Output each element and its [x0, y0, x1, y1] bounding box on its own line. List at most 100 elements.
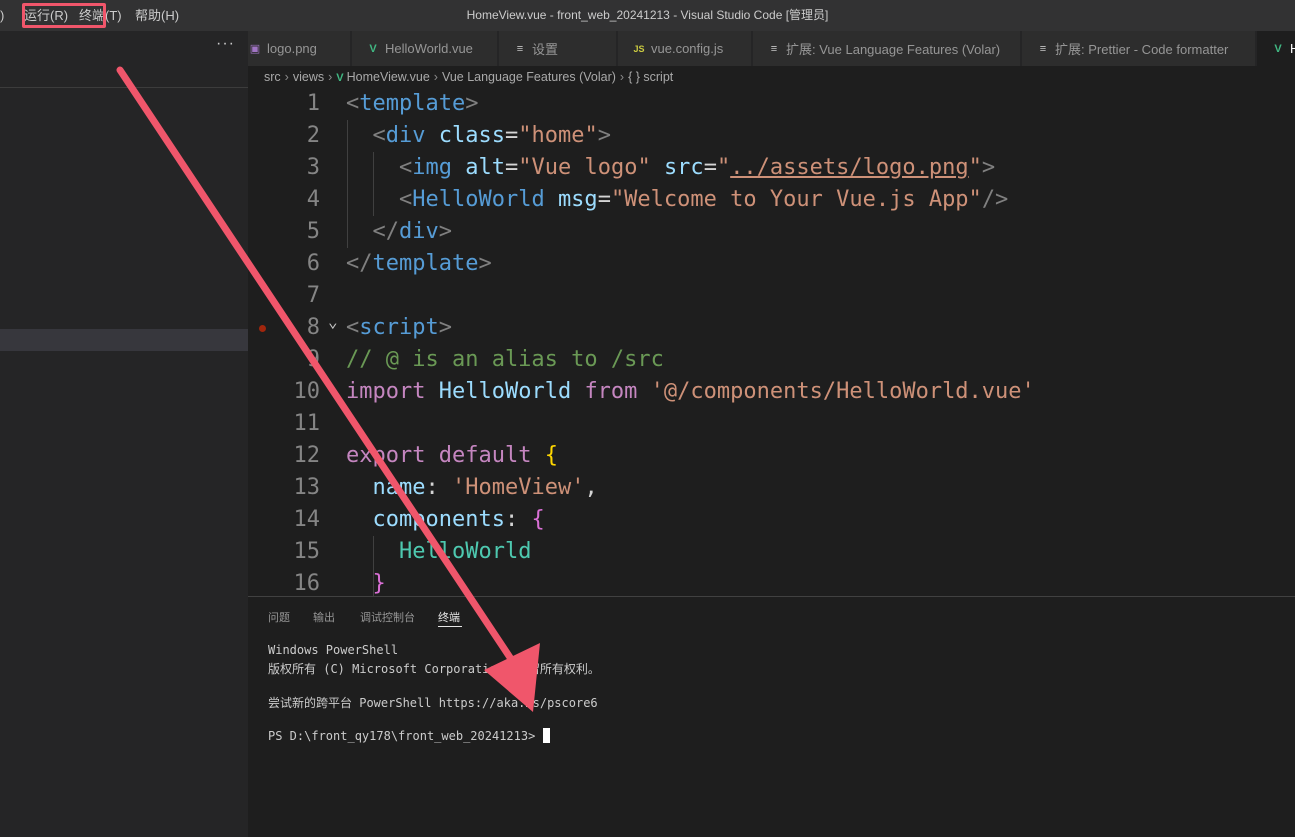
code-token: <: [398, 187, 413, 212]
code-token: import: [346, 379, 426, 404]
code-text: <img alt="Vue logo" src="../assets/logo.…: [346, 152, 995, 184]
breadcrumb-item-src[interactable]: src: [264, 70, 281, 84]
code-token: from: [584, 379, 638, 404]
code-token: img: [412, 155, 452, 180]
code-token: ": [968, 155, 982, 180]
code-token: template: [372, 251, 479, 276]
menu-item-partial[interactable]: ): [0, 0, 4, 31]
breakpoint-icon[interactable]: [259, 325, 266, 332]
tab-homeview-vue-active[interactable]: V H: [1257, 31, 1295, 66]
vue-icon: V: [369, 42, 377, 55]
code-token: >: [981, 155, 996, 180]
breadcrumb-item-file[interactable]: HomeView.vue: [347, 70, 430, 84]
code-text: // @ is an alias to /src: [346, 344, 664, 376]
panel-tab-problems[interactable]: 问题: [268, 609, 290, 625]
tab-label: 设置: [532, 42, 559, 57]
code-token: name: [372, 475, 426, 500]
code-token: =: [504, 155, 519, 180]
panel-tab-debug-console[interactable]: 调试控制台: [360, 609, 415, 625]
doc-icon: ≡: [770, 42, 778, 55]
code-token: HelloWorld: [412, 187, 545, 212]
tab-logo-png[interactable]: ▣ logo.png: [248, 31, 351, 66]
breadcrumb-item-views[interactable]: views: [293, 70, 324, 84]
code-text: export default {: [346, 440, 558, 472]
code-line[interactable]: 13 name: 'HomeView',: [248, 472, 1295, 504]
code-text: components: {: [346, 504, 545, 536]
terminal-line: 尝试新的跨平台 PowerShell https://aka.ms/pscore…: [268, 696, 598, 710]
code-line[interactable]: 12 export default {: [248, 440, 1295, 472]
js-icon: JS: [633, 43, 645, 54]
window-title: HomeView.vue - front_web_20241213 - Visu…: [466, 8, 829, 22]
tab-helloworld-vue[interactable]: V HelloWorld.vue: [352, 31, 498, 66]
terminal-line: 版权所有 (C) Microsoft Corporation。保留所有权利。: [268, 662, 600, 676]
explorer-sidebar: ···: [0, 31, 248, 837]
code-token: script: [359, 315, 439, 340]
code-token: <: [372, 123, 386, 148]
code-line[interactable]: 5 </div>: [248, 216, 1295, 248]
more-actions-icon[interactable]: ···: [216, 35, 235, 53]
code-text: <script>: [346, 312, 452, 344]
terminal-prompt-line[interactable]: PS D:\front_qy178\front_web_20241213>: [268, 728, 551, 743]
code-line[interactable]: 1 <template>: [248, 88, 1295, 120]
tab-label: 扩展: Prettier - Code formatter: [1055, 42, 1229, 57]
panel-tab-terminal[interactable]: 终端: [438, 609, 460, 625]
tab-extension-prettier[interactable]: ≡ 扩展: Prettier - Code formatter: [1022, 31, 1256, 66]
breadcrumb-item-volar[interactable]: Vue Language Features (Volar): [442, 70, 616, 84]
code-token: />: [981, 187, 1009, 212]
breadcrumb: src › views › V HomeView.vue › Vue Language Fea…: [264, 70, 674, 84]
tab-label: vue.config.js: [651, 41, 724, 56]
code-text: <div class="home">: [346, 120, 611, 152]
code-token: </: [346, 251, 373, 276]
code-line[interactable]: 10 import HelloWorld from '@/components/H…: [248, 376, 1295, 408]
code-token: HelloWorld: [438, 379, 572, 404]
terminal-prompt: PS D:\front_qy178\front_web_20241213>: [268, 729, 536, 743]
line-number: 2: [306, 123, 320, 148]
tab-label: H: [1290, 41, 1295, 56]
code-line[interactable]: 2 <div class="home">: [248, 120, 1295, 152]
code-token: >: [478, 251, 492, 276]
code-token: template: [359, 91, 466, 116]
code-line[interactable]: 3 <img alt="Vue logo" src="../assets/log…: [248, 152, 1295, 184]
code-line[interactable]: 4 <HelloWorld msg="Welcome to Your Vue.j…: [248, 184, 1295, 216]
code-token: export: [346, 443, 426, 468]
terminal-cursor: [543, 728, 551, 743]
code-token: // @ is an alias to /src: [346, 347, 664, 372]
tab-extension-volar[interactable]: ≡ 扩展: Vue Language Features (Volar): [753, 31, 1021, 66]
menu-item-help[interactable]: 帮助(H): [135, 0, 179, 31]
code-line[interactable]: 8 ⌄ <script>: [248, 312, 1295, 344]
code-text: </template>: [346, 248, 492, 280]
tab-vue-config-js[interactable]: JS vue.config.js: [618, 31, 752, 66]
panel-tab-output[interactable]: 输出: [313, 609, 335, 625]
code-line[interactable]: 6 </template>: [248, 248, 1295, 280]
code-line[interactable]: 9 // @ is an alias to /src: [248, 344, 1295, 376]
code-line[interactable]: 14 components: {: [248, 504, 1295, 536]
selected-tree-item[interactable]: [0, 329, 248, 351]
code-line[interactable]: 11: [248, 408, 1295, 440]
code-text: name: 'HomeView',: [346, 472, 598, 504]
breadcrumb-item-script[interactable]: { } script: [628, 70, 673, 84]
code-token: class: [438, 123, 505, 148]
code-token: :: [425, 475, 452, 500]
code-token: alt: [465, 155, 505, 180]
line-number: 4: [306, 187, 320, 212]
tab-settings[interactable]: ≡ 设置: [499, 31, 617, 66]
code-text: </div>: [346, 216, 453, 248]
title-bar: ) 运行(R) 终端(T) 帮助(H) HomeView.vue - front…: [0, 0, 1295, 31]
code-editor[interactable]: 1 <template> 2 <div class="home"> 3 <img al…: [248, 88, 1295, 596]
code-token: '@/components/HelloWorld.vue': [650, 379, 1035, 404]
code-text: }: [346, 568, 386, 596]
code-line[interactable]: 15 HelloWorld: [248, 536, 1295, 568]
code-line[interactable]: 7: [248, 280, 1295, 312]
code-line[interactable]: 16 }: [248, 568, 1295, 596]
fold-chevron-icon[interactable]: ⌄: [328, 306, 338, 338]
